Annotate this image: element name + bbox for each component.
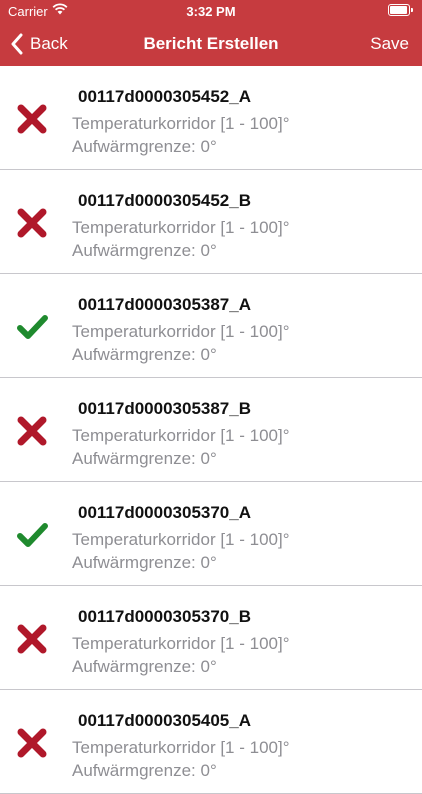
status-bar: Carrier 3:32 PM xyxy=(0,0,422,22)
item-title: 00117d0000305370_B xyxy=(78,607,251,626)
checkmark-icon xyxy=(16,520,48,550)
cross-icon xyxy=(16,728,48,758)
list-item[interactable]: 00117d0000305387_A Temperaturkorridor [1 … xyxy=(0,274,422,378)
item-title: 00117d0000305452_B xyxy=(78,191,251,210)
cross-icon xyxy=(16,624,48,654)
item-title: 00117d0000305452_A xyxy=(78,87,251,106)
item-title: 00117d0000305370_A xyxy=(78,503,251,522)
save-button[interactable]: Save xyxy=(370,22,409,66)
list-item[interactable]: 00117d0000305370_B Temperaturkorridor [1 … xyxy=(0,586,422,690)
list-item[interactable]: 00117d0000305405_A Temperaturkorridor [1 … xyxy=(0,690,422,794)
list-item[interactable]: 00117d0000305387_B Temperaturkorridor [1 … xyxy=(0,378,422,482)
list-item[interactable]: 00117d0000305452_B Temperaturkorridor [1 … xyxy=(0,170,422,274)
page-title: Bericht Erstellen xyxy=(143,34,279,53)
item-temperature-range: Temperaturkorridor [1 - 100]° xyxy=(72,218,290,237)
item-temperature-range: Temperaturkorridor [1 - 100]° xyxy=(72,322,290,341)
item-title: 00117d0000305405_A xyxy=(78,711,251,730)
item-warmup-limit: Aufwärmgrenze: 0° xyxy=(72,449,217,468)
item-temperature-range: Temperaturkorridor [1 - 100]° xyxy=(72,530,290,549)
list-item[interactable]: 00117d0000305370_A Temperaturkorridor [1 … xyxy=(0,482,422,586)
item-temperature-range: Temperaturkorridor [1 - 100]° xyxy=(72,634,290,653)
item-title: 00117d0000305387_A xyxy=(78,295,251,314)
item-warmup-limit: Aufwärmgrenze: 0° xyxy=(72,553,217,572)
report-list: 00117d0000305452_A Temperaturkorridor [1 … xyxy=(0,66,422,794)
item-warmup-limit: Aufwärmgrenze: 0° xyxy=(72,241,217,260)
item-warmup-limit: Aufwärmgrenze: 0° xyxy=(72,137,217,156)
cross-icon xyxy=(16,104,48,134)
item-temperature-range: Temperaturkorridor [1 - 100]° xyxy=(72,426,290,445)
battery-icon xyxy=(388,4,413,16)
checkmark-icon xyxy=(16,312,48,342)
status-time: 3:32 PM xyxy=(186,4,236,19)
cross-icon xyxy=(16,416,48,446)
list-item[interactable]: 00117d0000305452_A Temperaturkorridor [1 … xyxy=(0,66,422,170)
item-title: 00117d0000305387_B xyxy=(78,399,251,418)
item-warmup-limit: Aufwärmgrenze: 0° xyxy=(72,345,217,364)
navigation-header: Carrier 3:32 PM Back Bericht Erstellen S… xyxy=(0,0,422,66)
item-warmup-limit: Aufwärmgrenze: 0° xyxy=(72,657,217,676)
item-temperature-range: Temperaturkorridor [1 - 100]° xyxy=(72,114,290,133)
cross-icon xyxy=(16,208,48,238)
nav-bar: Back Bericht Erstellen Save xyxy=(0,22,422,66)
item-warmup-limit: Aufwärmgrenze: 0° xyxy=(72,761,217,780)
item-temperature-range: Temperaturkorridor [1 - 100]° xyxy=(72,738,290,757)
